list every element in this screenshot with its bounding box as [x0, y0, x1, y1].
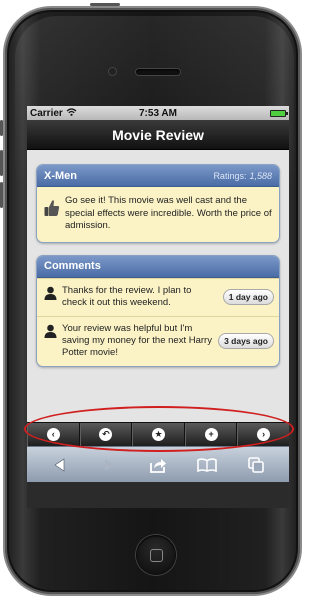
time-badge: 3 days ago	[218, 332, 274, 349]
comment-text: Your review was helpful but I'm saving m…	[62, 322, 212, 358]
list-item[interactable]: Your review was helpful but I'm saving m…	[37, 315, 279, 366]
comments-title: Comments	[44, 260, 101, 272]
volume-up-button[interactable]	[0, 150, 3, 176]
toolbar-add-button[interactable]: +	[184, 423, 238, 446]
undo-icon: ↶	[99, 428, 113, 441]
plus-icon: +	[204, 428, 218, 441]
rating-label: Ratings:	[213, 170, 247, 181]
share-icon[interactable]	[147, 456, 169, 474]
front-camera	[109, 68, 116, 75]
back-arrow-icon[interactable]	[49, 456, 71, 474]
review-text: Go see it! This movie was well cast and …	[65, 195, 272, 231]
movie-title: X-Men	[44, 169, 77, 182]
safari-toolbar	[27, 446, 289, 482]
toolbar-forward-button[interactable]: ›	[237, 423, 289, 446]
status-time: 7:53 AM	[139, 107, 177, 119]
sleep-button[interactable]	[90, 3, 120, 6]
rating: Ratings: 1,588	[213, 171, 272, 181]
star-icon: ★	[151, 428, 165, 441]
status-bar: Carrier 7:53 AM	[27, 106, 289, 120]
comment-text: Thanks for the review. I plan to check i…	[62, 284, 192, 308]
tabs-icon[interactable]	[245, 456, 267, 474]
comments-card: Comments Thanks for the review. I plan t…	[36, 254, 280, 367]
comments-header: Comments	[37, 255, 279, 278]
review-card: X-Men Ratings: 1,588 Go see it! This movi…	[36, 164, 280, 243]
bookmarks-icon[interactable]	[196, 456, 218, 474]
battery-icon	[270, 109, 288, 117]
mute-switch[interactable]	[0, 120, 3, 136]
chevron-right-icon: ›	[257, 428, 271, 441]
toolbar-back-button[interactable]: ‹	[27, 423, 80, 446]
custom-toolbar: ‹ ↶ ★ + ›	[27, 422, 289, 446]
person-icon	[44, 286, 57, 300]
screen-bottom	[27, 482, 289, 508]
list-item[interactable]: Thanks for the review. I plan to check i…	[37, 277, 279, 316]
home-square-icon	[149, 548, 163, 562]
page-title: Movie Review	[27, 120, 289, 150]
thumbs-up-icon	[44, 199, 60, 217]
toolbar-undo-button[interactable]: ↶	[79, 423, 133, 446]
rating-count: 1,588	[249, 170, 272, 181]
home-button[interactable]	[136, 535, 176, 575]
earpiece-speaker	[136, 69, 180, 75]
main-content: X-Men Ratings: 1,588 Go see it! This movi…	[27, 150, 289, 422]
review-body: Go see it! This movie was well cast and …	[37, 187, 279, 242]
phone-screen: Carrier 7:53 AM Movie Review X-Men Ratin…	[27, 106, 289, 508]
chevron-left-icon: ‹	[46, 428, 60, 441]
volume-down-button[interactable]	[0, 182, 3, 208]
toolbar-star-button[interactable]: ★	[132, 423, 185, 446]
review-header: X-Men Ratings: 1,588	[37, 165, 279, 187]
time-badge: 1 day ago	[222, 288, 274, 305]
person-icon	[44, 324, 57, 338]
forward-arrow-icon[interactable]	[98, 456, 120, 474]
